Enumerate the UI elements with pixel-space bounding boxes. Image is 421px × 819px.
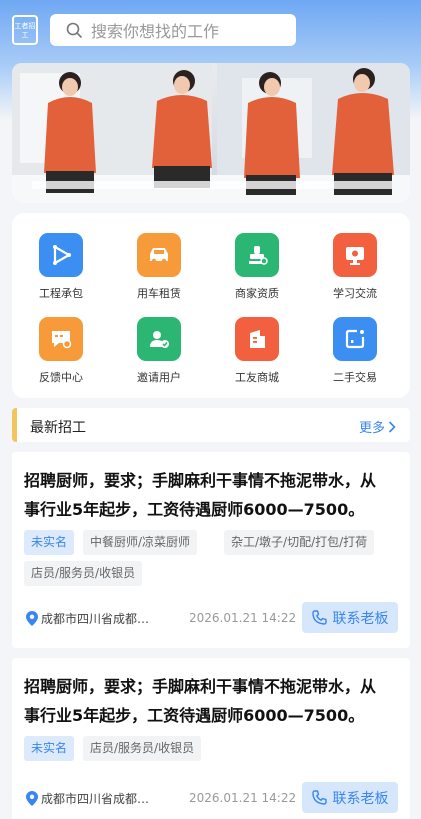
grid-item-invite-user[interactable]: 邀请用户 (111, 317, 207, 385)
grid-item-second-hand[interactable]: 二手交易 (307, 317, 403, 385)
grid-label: 邀请用户 (137, 371, 181, 384)
grid-item-shop[interactable]: 工友商城 (209, 317, 305, 385)
app-header: 工者招工 搜索你想找的工作 (0, 0, 421, 62)
location-pin-icon (26, 611, 38, 626)
grid-item-merchant-qualification[interactable]: 商家资质 (209, 233, 305, 301)
grid-label: 商家资质 (235, 287, 279, 300)
logo-text: 工者招工 (14, 22, 36, 39)
job-card[interactable]: 招聘厨师，要求；手脚麻利干事情不拖泥带水，从 事行业5年起步，工资待遇厨师600… (12, 452, 410, 648)
contact-label: 联系老板 (332, 790, 389, 807)
feature-grid: 工程承包 用车租赁 商家资质 学习交流 反馈中心 邀请用户 工友商城 二手交易 (12, 213, 410, 398)
job-title-line2: 事行业5年起步，工资待遇厨师6000—7500。切… (24, 706, 365, 754)
grid-label: 反馈中心 (39, 371, 83, 384)
grid-label: 用车租赁 (137, 287, 181, 300)
more-label: 更多 (358, 421, 385, 436)
contact-boss-button[interactable]: 联系老板 (302, 782, 398, 813)
job-tag: 中餐厨师/凉菜厨师 (83, 530, 198, 555)
trade-icon (333, 317, 377, 361)
job-date: 2026.01.21 14:22 (189, 791, 297, 805)
status-badge: 未实名 (24, 530, 75, 555)
section-header-latest-jobs: 最新招工 更多 (12, 408, 410, 442)
job-title-line1: 招聘厨师，要求；手脚麻利干事情不拖泥带水，从 (24, 677, 377, 696)
section-title: 最新招工 (30, 420, 86, 436)
grid-label: 工友商城 (235, 371, 279, 384)
invite-user-icon (137, 317, 181, 361)
grid-item-feedback[interactable]: 反馈中心 (13, 317, 109, 385)
job-tag: 店员/服务员/收银员 (24, 561, 143, 586)
location-text: 成都市四川省成都… (41, 792, 150, 806)
feedback-icon (39, 317, 83, 361)
job-title-line1: 招聘厨师，要求；手脚麻利干事情不拖泥带水，从 (24, 471, 377, 490)
job-title: 招聘厨师，要求；手脚麻利干事情不拖泥带水，从 事行业5年起步，工资待遇厨师600… (24, 672, 396, 759)
job-card[interactable]: 招聘厨师，要求；手脚麻利干事情不拖泥带水，从 事行业5年起步，工资待遇厨师600… (12, 658, 410, 819)
banner-image[interactable] (12, 63, 410, 203)
grid-item-project[interactable]: 工程承包 (13, 233, 109, 301)
grid-label: 学习交流 (333, 287, 377, 300)
job-location: 成都市四川省成都… (26, 610, 149, 627)
contact-boss-button[interactable]: 联系老板 (302, 602, 398, 633)
grid-item-car-rental[interactable]: 用车租赁 (111, 233, 207, 301)
phone-icon (311, 790, 327, 805)
car-icon (137, 233, 181, 277)
job-date: 2026.01.21 14:22 (189, 611, 297, 625)
phone-icon (311, 610, 327, 625)
project-icon (39, 233, 83, 277)
grid-label: 工程承包 (39, 287, 83, 300)
job-location: 成都市四川省成都… (26, 790, 149, 807)
job-tag: 店员/服务员/收银员 (83, 736, 202, 761)
contact-label: 联系老板 (332, 610, 389, 627)
app-logo[interactable]: 工者招工 (12, 15, 38, 45)
stamp-icon (235, 233, 279, 277)
location-pin-icon (26, 791, 38, 806)
section-accent-bar (12, 408, 17, 442)
more-link[interactable]: 更多 (359, 417, 396, 436)
grid-label: 二手交易 (333, 371, 377, 384)
chevron-right-icon (388, 420, 396, 433)
status-badge: 未实名 (24, 736, 75, 761)
search-icon (66, 22, 82, 38)
search-bar[interactable]: 搜索你想找的工作 (50, 14, 296, 46)
shop-icon (235, 317, 279, 361)
job-tag: 杂工/墩子/切配/打包/打荷 (224, 530, 375, 555)
banner-photo (12, 63, 410, 203)
location-text: 成都市四川省成都… (41, 612, 150, 626)
grid-item-study[interactable]: 学习交流 (307, 233, 403, 301)
monitor-icon (333, 233, 377, 277)
search-placeholder: 搜索你想找的工作 (91, 22, 220, 41)
